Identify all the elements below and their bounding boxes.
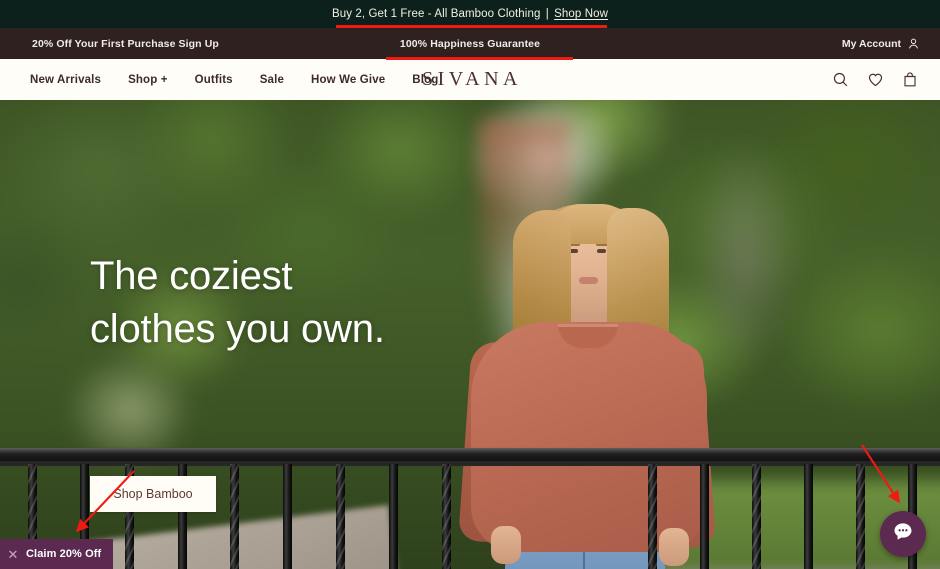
search-icon[interactable] [832, 71, 849, 88]
hero-headline-line-1: The coziest [90, 254, 293, 298]
railing-baluster [752, 464, 761, 569]
hero-headline-line-2: clothes you own. [90, 307, 385, 351]
railing-baluster [389, 464, 398, 569]
nav-link-how-we-give[interactable]: How We Give [311, 74, 385, 86]
heart-icon[interactable] [867, 71, 884, 88]
model-lips [579, 277, 598, 284]
nav-link-blog[interactable]: Blog [412, 74, 438, 86]
main-navbar: New Arrivals Shop + Outfits Sale How We … [0, 59, 940, 100]
shop-bamboo-button[interactable]: Shop Bamboo [90, 476, 216, 512]
close-icon[interactable]: ✕ [0, 548, 26, 561]
nav-links: New Arrivals Shop + Outfits Sale How We … [30, 74, 438, 86]
railing-baluster [856, 464, 865, 569]
hero-headline: The coziest clothes you own. [90, 250, 385, 356]
shopping-bag-icon[interactable] [902, 71, 918, 88]
railing-baluster [283, 464, 292, 569]
nav-link-shop[interactable]: Shop + [128, 74, 168, 86]
railing-baluster [804, 464, 813, 569]
railing-baluster [700, 464, 709, 569]
nav-icon-group [832, 71, 918, 88]
user-icon [907, 37, 920, 50]
chat-bubble-icon [891, 520, 915, 549]
railing-baluster [648, 464, 657, 569]
promo-bar: Buy 2, Get 1 Free - All Bamboo Clothing … [0, 0, 940, 28]
railing-baluster [336, 464, 345, 569]
promo-bar-separator: | [545, 8, 549, 20]
my-account-link[interactable]: My Account [842, 37, 920, 50]
signup-offer-link[interactable]: 20% Off Your First Purchase Sign Up [32, 38, 219, 50]
nav-link-sale[interactable]: Sale [260, 74, 284, 86]
model-eye-right [597, 249, 606, 253]
my-account-label: My Account [841, 37, 901, 50]
nav-link-outfits[interactable]: Outfits [195, 74, 233, 86]
shop-now-link[interactable]: Shop Now [554, 8, 608, 20]
claim-discount-badge[interactable]: ✕ Claim 20% Off [0, 539, 113, 569]
railing-baluster [442, 464, 451, 569]
claim-discount-label: Claim 20% Off [26, 548, 102, 560]
nav-link-new-arrivals[interactable]: New Arrivals [30, 74, 101, 86]
railing-baluster [230, 464, 239, 569]
promo-bar-message-text: Buy 2, Get 1 Free - All Bamboo Clothing [332, 8, 541, 20]
railing-top-bar [0, 448, 940, 461]
hero-banner: The coziest clothes you own. Shop Bamboo… [0, 100, 940, 569]
railing-top-bar-shadow [0, 461, 940, 466]
utility-bar: 20% Off Your First Purchase Sign Up 100%… [0, 28, 940, 59]
promo-bar-message: Buy 2, Get 1 Free - All Bamboo Clothing … [332, 8, 608, 20]
page-root: Buy 2, Get 1 Free - All Bamboo Clothing … [0, 0, 940, 569]
chat-widget-button[interactable] [880, 511, 926, 557]
